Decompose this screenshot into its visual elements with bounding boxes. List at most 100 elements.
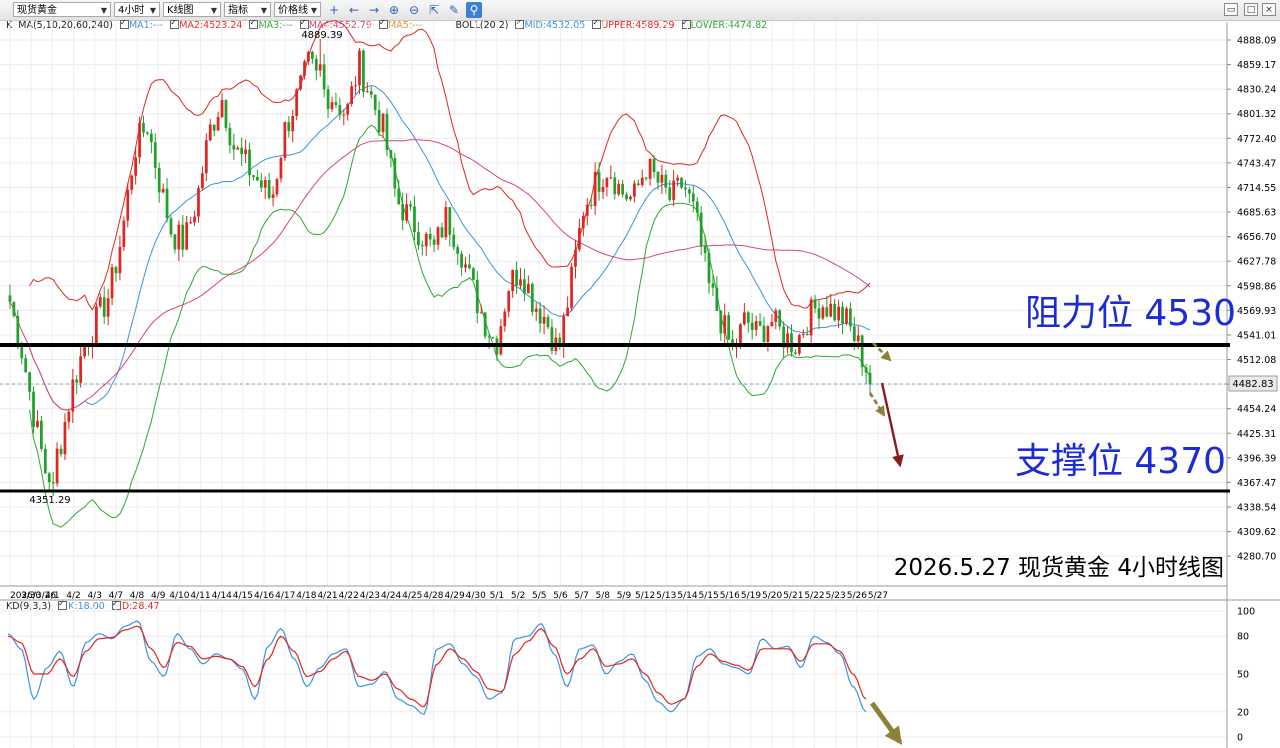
candle-body	[75, 379, 79, 383]
candle-body	[640, 177, 644, 185]
candle-body	[801, 333, 805, 336]
candle-body	[629, 196, 632, 200]
candle-body	[428, 233, 432, 240]
candle-body	[746, 312, 750, 323]
x-tick-label: 4/29	[444, 591, 464, 601]
candle-body	[142, 123, 145, 133]
x-tick-label: 4/3	[87, 591, 101, 601]
candle-body	[570, 266, 573, 308]
olive-arrow-2	[868, 392, 886, 417]
y-tick-label: 4280.70	[1237, 552, 1276, 563]
y-tick-label: 4888.09	[1237, 36, 1276, 47]
candle-body	[519, 279, 522, 286]
candle-body	[271, 194, 275, 198]
candle-body	[856, 335, 860, 342]
candle-body	[405, 204, 408, 221]
candle-body	[248, 149, 251, 176]
candle-body	[566, 307, 570, 317]
candle-body	[193, 216, 196, 223]
candle-body	[849, 308, 852, 327]
x-tick-label: 4/30	[466, 591, 486, 601]
candle-body	[660, 174, 664, 183]
y-tick-label: 4309.62	[1237, 527, 1276, 538]
candle-body	[228, 127, 232, 146]
boll-lower-line	[29, 124, 871, 528]
candle-body	[613, 177, 617, 195]
candle-body	[609, 177, 613, 179]
x-tick-label: 4/25	[402, 591, 422, 601]
candle-body	[868, 372, 872, 385]
kd-axis: 100 80 50 20 0	[1237, 607, 1255, 744]
x-tick-label: 3/30	[21, 591, 41, 601]
candle-body	[456, 247, 460, 254]
candle-body	[342, 114, 346, 116]
candle-body	[409, 204, 412, 207]
candle-body	[684, 187, 687, 190]
chart-canvas[interactable]: 4888.09 4859.17 4830.24 4801.32 4772.40 4743.…	[0, 0, 1280, 748]
x-tick-label: 5/8	[596, 591, 611, 601]
x-tick-label: 5/14	[677, 591, 697, 601]
candle-body	[766, 326, 770, 342]
candle-body	[503, 311, 507, 327]
candle-body	[534, 308, 538, 312]
candle-body	[393, 158, 397, 189]
candle-body	[436, 227, 440, 245]
candle-body	[695, 201, 699, 213]
candle-body	[424, 233, 428, 247]
candle-body	[491, 337, 495, 339]
candle-body	[287, 122, 291, 132]
candle-body	[216, 117, 220, 131]
candle-body	[314, 58, 318, 71]
candle-body	[122, 220, 126, 248]
candle-body	[94, 306, 98, 344]
candle-body	[750, 322, 754, 330]
candle-body	[24, 358, 28, 373]
y-tick-label: 4598.86	[1237, 281, 1276, 292]
x-tick-label: 4/28	[423, 591, 443, 601]
candle-body	[267, 180, 271, 198]
candle-body	[479, 312, 483, 314]
candle-body	[181, 224, 185, 250]
candle-body	[727, 315, 731, 340]
candle-body	[130, 175, 134, 190]
x-tick-label: 5/26	[847, 591, 867, 601]
candle-body	[165, 188, 169, 219]
candle-body	[169, 218, 173, 235]
candlesticks	[8, 38, 872, 497]
candle-body	[562, 316, 566, 347]
candle-body	[699, 212, 703, 247]
x-tick-label: 5/21	[783, 591, 803, 601]
candle-body	[432, 239, 436, 245]
candle-body	[338, 105, 342, 115]
candle-body	[59, 448, 63, 455]
candle-body	[334, 102, 338, 106]
candle-body	[770, 321, 774, 327]
candle-body	[546, 316, 550, 328]
candle-body	[102, 297, 106, 317]
x-tick-label: 4/9	[151, 591, 166, 601]
candle-body	[224, 100, 228, 128]
y-tick-label: 4425.31	[1237, 429, 1276, 440]
candle-body	[515, 269, 518, 286]
resistance-label: 阻力位 4530	[1025, 293, 1236, 334]
candle-body	[55, 448, 59, 484]
candle-body	[20, 346, 24, 359]
candle-body	[589, 204, 593, 206]
candle-body	[448, 207, 452, 235]
candle-body	[817, 308, 821, 319]
candle-body	[652, 159, 656, 173]
candle-body	[440, 227, 444, 238]
candle-body	[680, 177, 683, 188]
candle-body	[742, 312, 746, 325]
y-tick-label: 4656.70	[1237, 232, 1276, 243]
x-tick-label: 4/14	[212, 591, 232, 601]
candle-body	[636, 183, 640, 185]
candle-body	[585, 204, 589, 216]
x-tick-label: 5/22	[804, 591, 824, 601]
x-tick-label: 5/9	[617, 591, 632, 601]
candle-body	[483, 312, 487, 337]
candle-body	[256, 176, 259, 181]
candle-body	[676, 177, 679, 181]
candle-body	[106, 298, 110, 317]
y-tick-label: 4859.17	[1237, 60, 1276, 71]
